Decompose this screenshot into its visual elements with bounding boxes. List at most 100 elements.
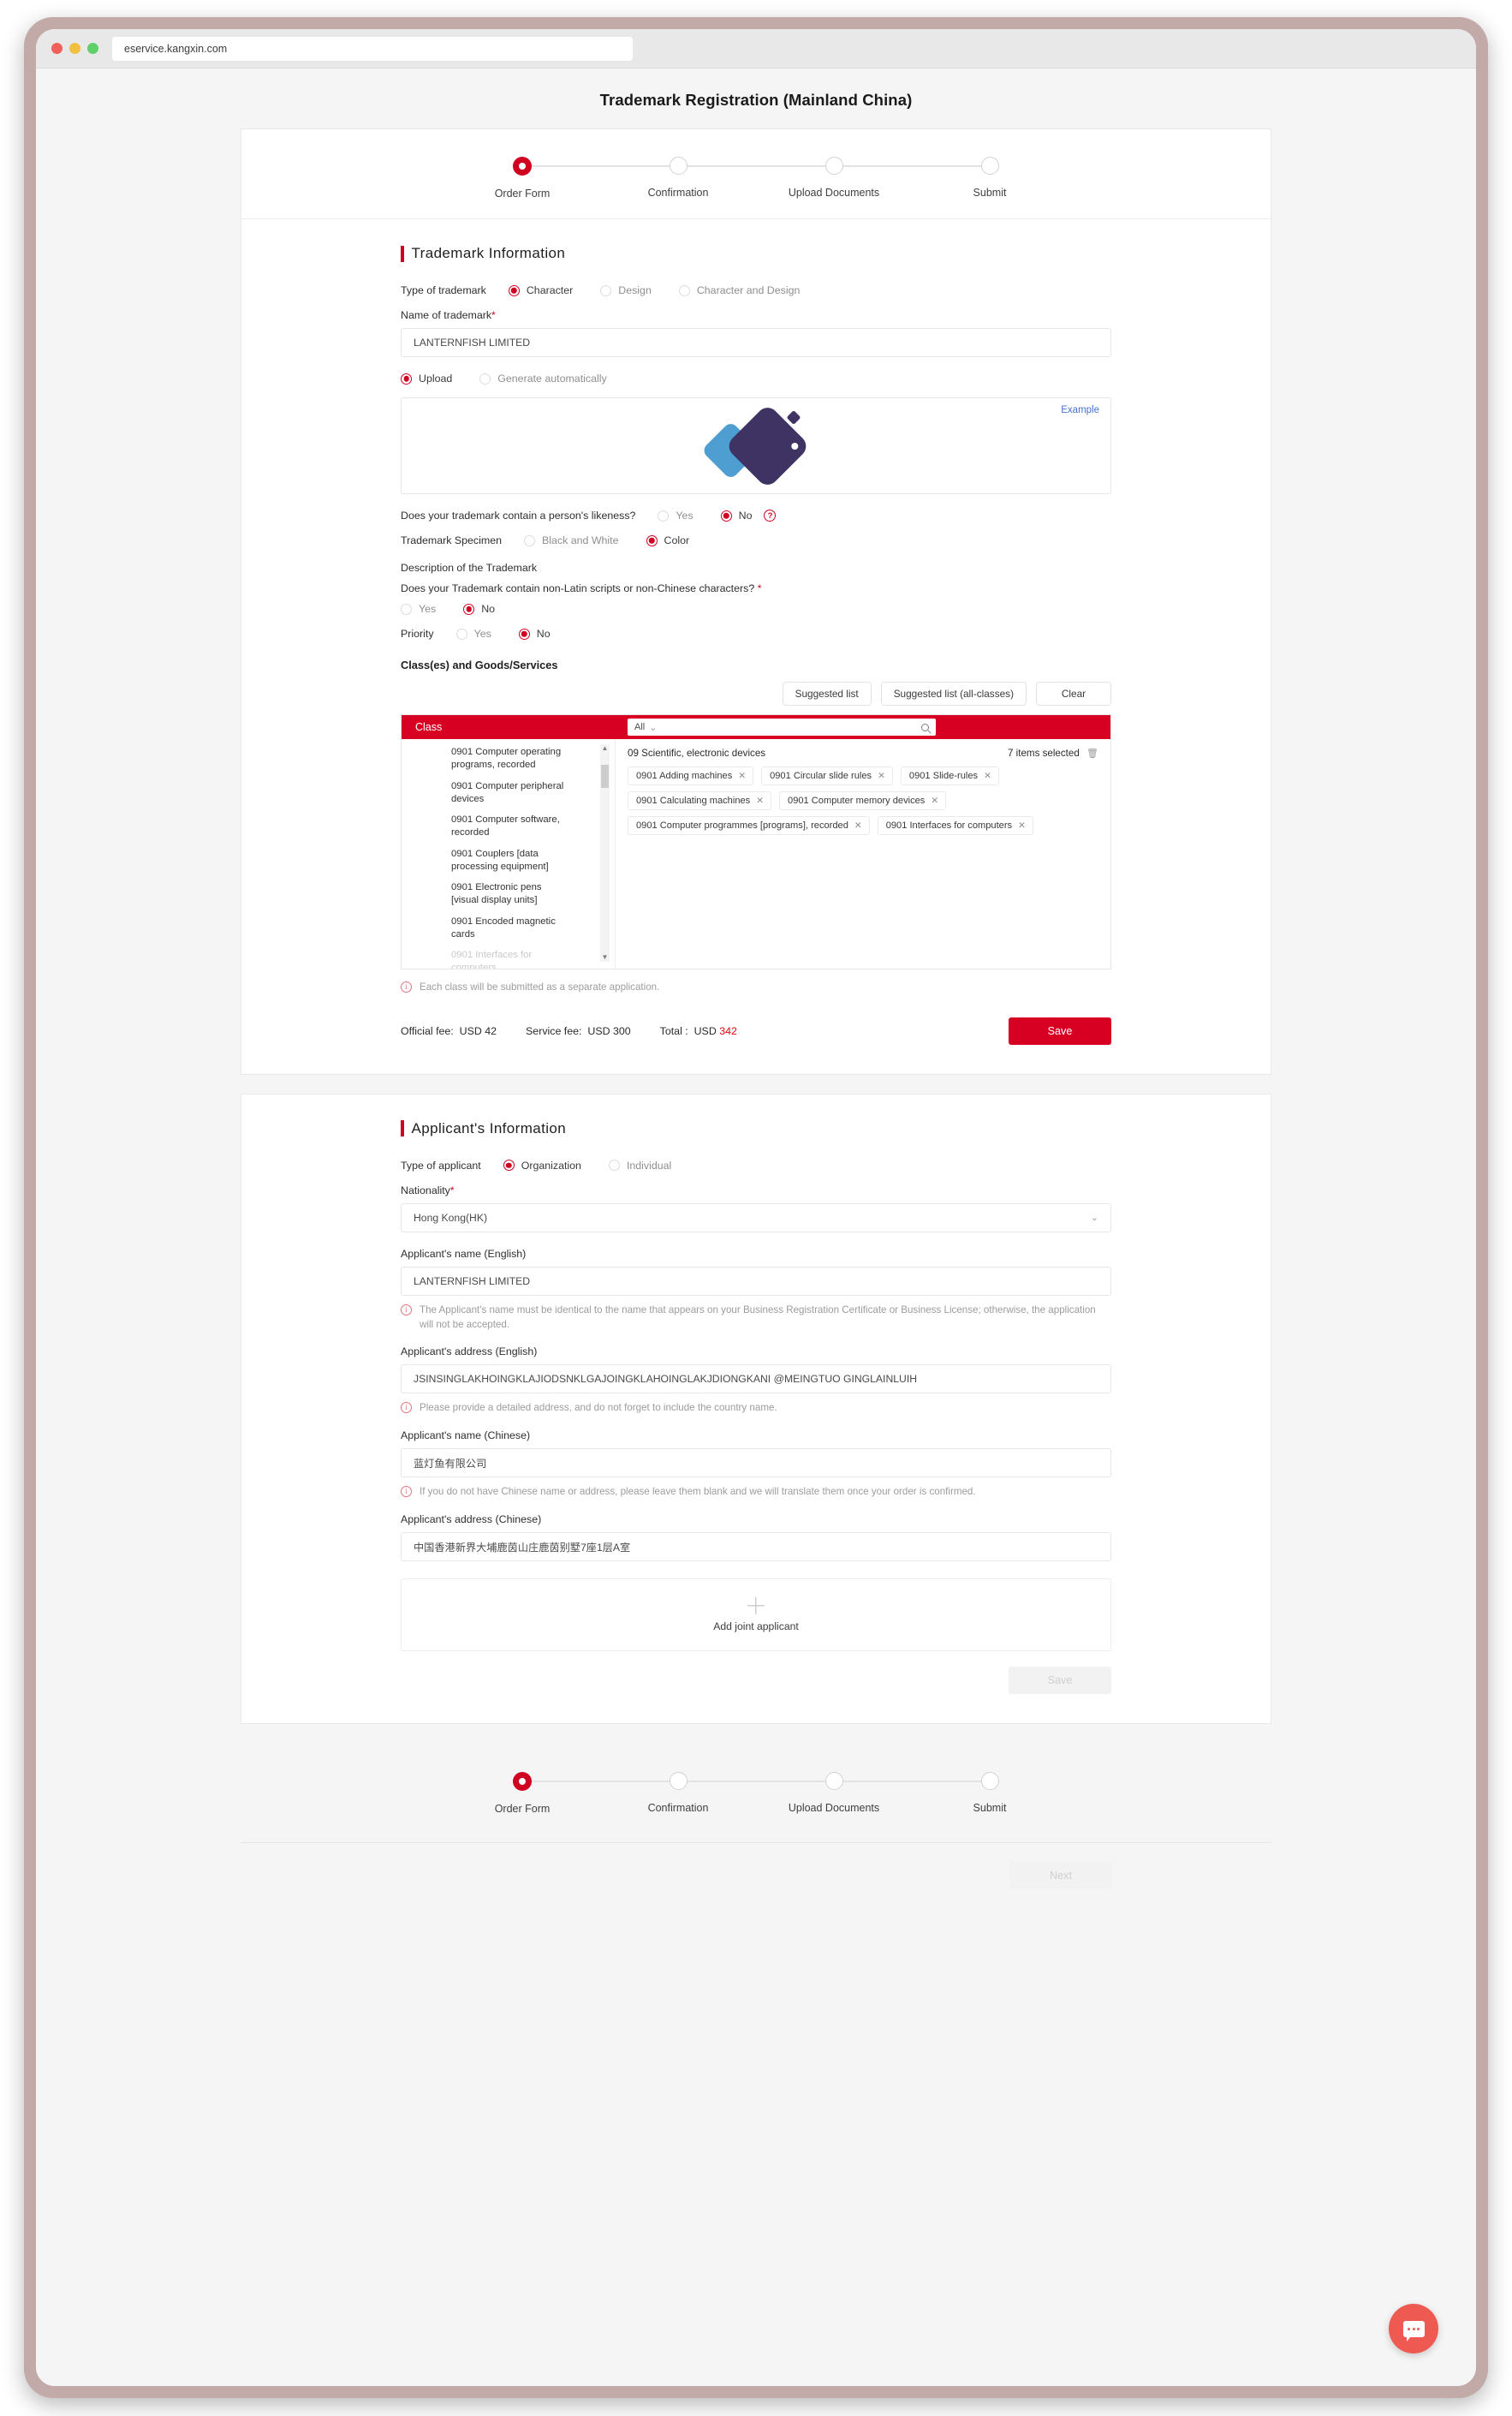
list-scrollbar[interactable]: ▲ ▼ [600,744,610,962]
label-text: Name of trademark [401,309,492,321]
trash-icon[interactable]: 🗑 [1086,749,1098,759]
trademark-specimen-row: Trademark Specimen Black and White Color [401,534,1111,546]
scroll-down-icon[interactable]: ▼ [600,953,610,962]
tag-item[interactable]: 0901 Computer programmes [programs], rec… [628,816,870,835]
required-marker: * [491,309,496,321]
example-link[interactable]: Example [1061,405,1099,415]
scroll-up-icon[interactable]: ▲ [600,744,610,753]
radio-generate-automatically[interactable]: Generate automatically [479,373,607,385]
radio-icon [455,628,467,640]
tag-item[interactable]: 0901 Computer memory devices ✕ [779,791,947,810]
list-item[interactable]: 0901 Computer peripheral devices [451,780,568,807]
trademark-section-title: Trademark Information [401,245,1111,262]
search-icon[interactable] [921,723,929,731]
info-icon: i [401,1402,412,1414]
step-confirmation[interactable]: Confirmation [600,157,834,200]
radio-type-character-and-design[interactable]: Character and Design [678,284,800,296]
maximize-icon[interactable] [87,43,98,54]
applicant-address-cn-input[interactable]: 中国香港新界大埔鹿茵山庄鹿茵别墅7座1层A室 [401,1531,1111,1561]
step-label: Order Form [494,1802,551,1815]
tag-label: 0901 Computer programmes [programs], rec… [636,820,848,831]
close-icon[interactable]: ✕ [854,820,862,831]
next-button-row: Next [241,1843,1271,1889]
priority-label: Priority [401,628,434,640]
close-icon[interactable]: ✕ [931,796,938,806]
close-icon[interactable]: ✕ [1018,820,1026,831]
clear-button[interactable]: Clear [1036,682,1111,706]
radio-type-design[interactable]: Design [600,284,652,296]
suggested-list-all-classes-button[interactable]: Suggested list (all-classes) [880,682,1027,706]
stepper-top: Order Form Confirmation Upload Documents [241,129,1271,218]
step-order-form[interactable]: Order Form [444,157,678,200]
class-panel-body: 0901 Computer operating programs, record… [402,739,1110,969]
address-bar[interactable]: eservice.kangxin.com [112,36,633,61]
radio-priority-yes[interactable]: Yes [455,628,491,640]
accent-bar-icon [401,245,404,262]
class-filter-select[interactable]: All ⌄ [634,722,657,733]
close-icon[interactable] [51,43,63,54]
tag-item[interactable]: 0901 Interfaces for computers ✕ [877,816,1033,835]
next-button[interactable]: Next [1009,1861,1112,1889]
close-icon[interactable]: ✕ [756,796,764,806]
step-submit[interactable]: Submit [912,157,1068,200]
list-item[interactable]: 0901 Encoded magnetic cards [451,916,568,942]
step-connector [678,165,834,167]
list-item[interactable]: 0901 Electronic pens [visual display uni… [451,881,568,908]
class-panel-header: Class All ⌄ [402,715,1110,739]
trademark-name-input[interactable]: LANTERNFISH LIMITED [401,328,1111,357]
close-icon[interactable]: ✕ [738,771,746,781]
nationality-select[interactable]: Hong Kong(HK) ⌄ [401,1202,1111,1232]
step-confirmation-bottom[interactable]: Confirmation [600,1771,834,1815]
tag-item[interactable]: 0901 Circular slide rules ✕ [761,767,893,785]
page-title: Trademark Registration (Mainland China) [599,91,913,109]
available-items-list[interactable]: 0901 Computer operating programs, record… [402,739,616,969]
dot-icon [1417,2327,1420,2330]
tag-item[interactable]: 0901 Slide-rules ✕ [900,767,999,785]
help-icon[interactable]: ? [764,510,777,522]
close-icon[interactable]: ✕ [984,771,991,781]
trademark-image-upload-box[interactable]: Example [401,397,1111,494]
tag-item[interactable]: 0901 Calculating machines ✕ [628,791,772,810]
chat-button[interactable] [1389,2304,1438,2353]
radio-non-latin-yes[interactable]: Yes [401,603,436,615]
add-joint-applicant-button[interactable]: Add joint applicant [401,1578,1111,1651]
applicant-name-en-input[interactable]: LANTERNFISH LIMITED [401,1266,1111,1296]
radio-type-character[interactable]: Character [508,284,573,296]
radio-specimen-black-and-white[interactable]: Black and White [523,534,619,546]
applicant-name-cn-input[interactable]: 蓝灯鱼有限公司 [401,1448,1111,1478]
non-latin-row: Yes No [401,603,1111,615]
scrollbar-thumb[interactable] [601,765,609,788]
radio-icon [600,284,612,296]
info-icon: i [401,1303,412,1315]
stepper-bottom: Order Form Confirmation Upload Documents [241,1743,1271,1834]
list-item[interactable]: 0901 Computer operating programs, record… [451,746,568,773]
class-search-bar[interactable]: All ⌄ [628,719,936,736]
step-upload-documents-bottom[interactable]: Upload Documents [756,1771,990,1815]
step-submit-bottom[interactable]: Submit [912,1771,1068,1815]
page-content: Trademark Registration (Mainland China) … [36,69,1476,2386]
list-item[interactable]: 0901 Computer software, recorded [451,814,568,840]
trademark-section: Trademark Information Type of trademark … [241,219,1271,1074]
radio-specimen-color[interactable]: Color [646,534,689,546]
step-upload-documents[interactable]: Upload Documents [756,157,990,200]
radio-likeness-yes[interactable]: Yes [658,510,693,522]
radio-likeness-no[interactable]: No [720,510,752,522]
type-of-trademark-row: Type of trademark Character Design Chara… [401,284,1111,296]
applicant-address-en-input[interactable]: JSINSINGLAKHOINGKLAJIODSNKLGAJOINGKLAHOI… [401,1364,1111,1394]
minimize-icon[interactable] [69,43,80,54]
applicant-save-button[interactable]: Save [1009,1666,1111,1694]
tag-item[interactable]: 0901 Adding machines ✕ [628,767,754,785]
radio-applicant-individual[interactable]: Individual [608,1160,671,1172]
radio-label: No [536,628,551,640]
radio-applicant-organization[interactable]: Organization [503,1160,581,1172]
list-item[interactable]: 0901 Couplers [data processing equipment… [451,848,568,874]
step-order-form-bottom[interactable]: Order Form [444,1771,678,1815]
tag-label: 0901 Adding machines [636,771,733,781]
classes-heading: Class(es) and Goods/Services [401,659,558,671]
radio-non-latin-no[interactable]: No [463,603,495,615]
suggested-list-button[interactable]: Suggested list [782,682,872,706]
close-icon[interactable]: ✕ [878,771,885,781]
radio-priority-no[interactable]: No [518,628,551,640]
radio-upload[interactable]: Upload [401,373,452,385]
save-button[interactable]: Save [1009,1017,1111,1045]
